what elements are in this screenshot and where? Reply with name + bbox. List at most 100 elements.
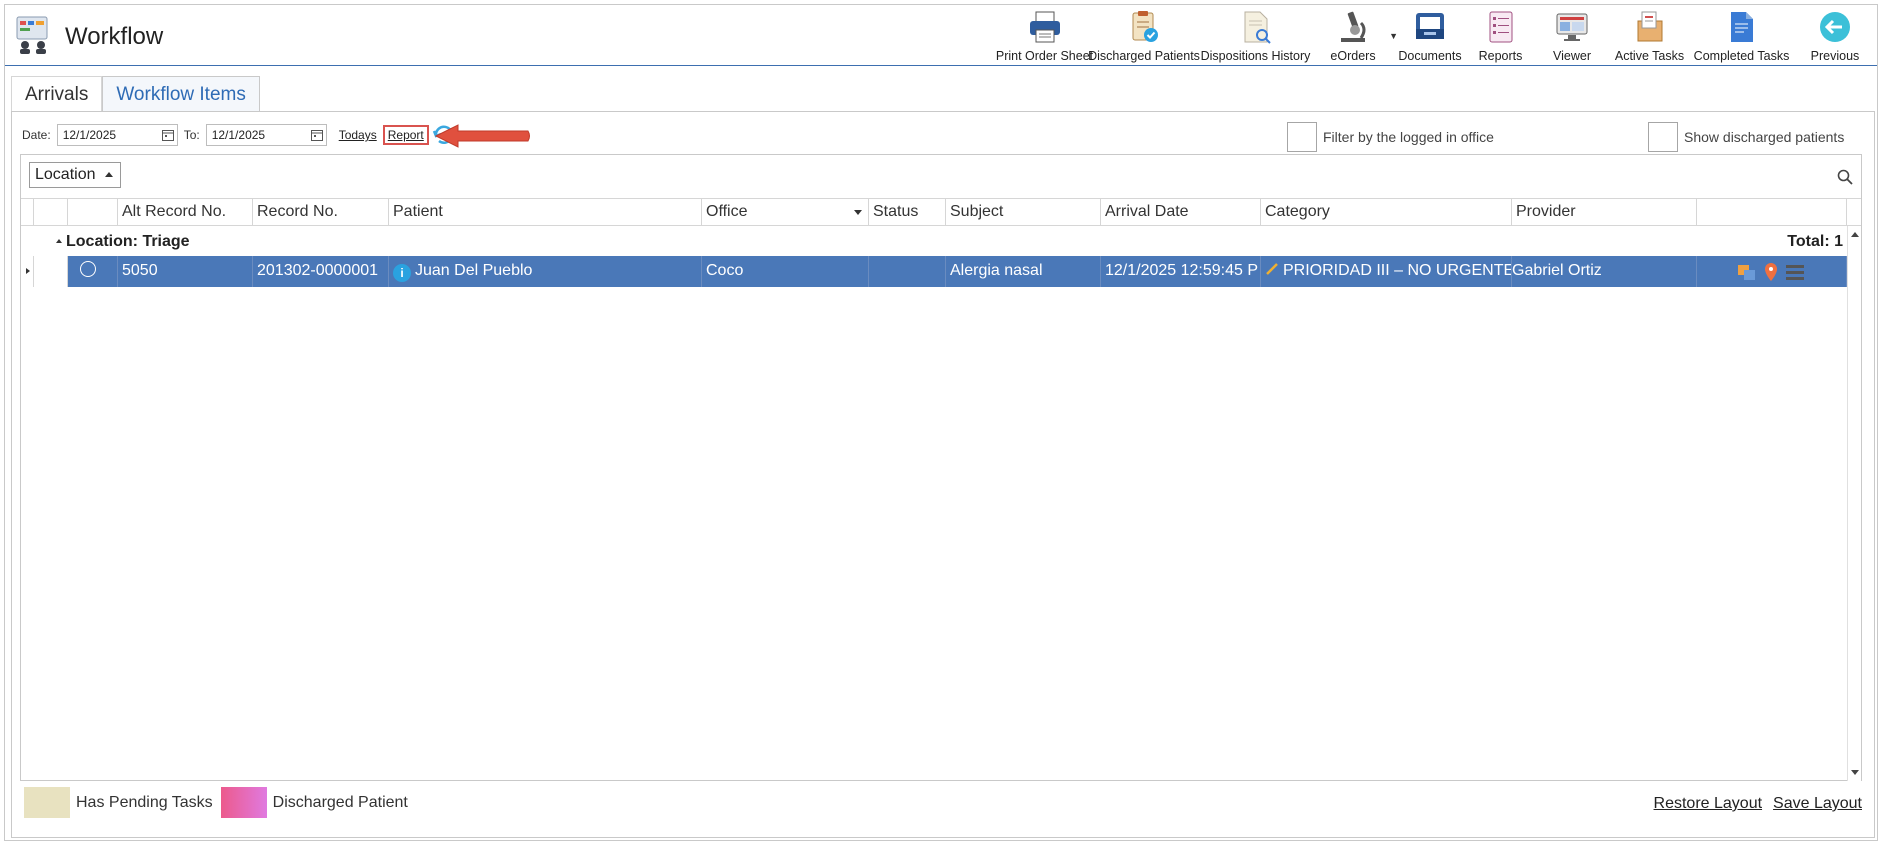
- todays-link[interactable]: Todays: [339, 128, 377, 142]
- viewer-button[interactable]: Viewer: [1535, 5, 1609, 65]
- documents-button[interactable]: Documents: [1394, 5, 1466, 65]
- row-select-radio[interactable]: [80, 261, 96, 277]
- workflow-grid: Location Alt Record No. Record No. Patie…: [20, 154, 1862, 781]
- column-header-office[interactable]: Office: [702, 199, 869, 226]
- row-indent: [34, 256, 68, 287]
- filter-dropdown-icon[interactable]: [854, 210, 862, 215]
- back-arrow-icon: [1820, 12, 1850, 42]
- column-header-alt-record[interactable]: Alt Record No.: [118, 199, 253, 226]
- cell-arrival-date: 12/1/2025 12:59:45 P: [1101, 256, 1261, 287]
- cell-category: PRIORIDAD III – NO URGENTE: [1261, 256, 1512, 287]
- previous-label: Previous: [1810, 49, 1860, 63]
- report-list-icon: [1489, 11, 1512, 43]
- pending-tasks-swatch: [24, 787, 70, 818]
- active-tasks-label: Active Tasks: [1614, 49, 1685, 63]
- column-header-category[interactable]: Category: [1261, 199, 1512, 226]
- completed-tasks-label: Completed Tasks: [1693, 49, 1790, 63]
- filter-office-checkbox-row: Filter by the logged in office: [1287, 122, 1494, 152]
- row-select-cell[interactable]: [68, 256, 118, 287]
- location-pin-icon[interactable]: [1763, 262, 1779, 282]
- search-icon[interactable]: [1837, 169, 1853, 185]
- printer-icon: [1029, 11, 1060, 43]
- workflow-logo-icon: [16, 16, 48, 54]
- column-header-status[interactable]: Status: [869, 199, 946, 226]
- cell-alt-record: 5050: [118, 256, 253, 287]
- previous-button[interactable]: Previous: [1793, 5, 1877, 65]
- calendar-icon[interactable]: [161, 129, 174, 141]
- show-discharged-label: Show discharged patients: [1684, 129, 1845, 145]
- header-select: [68, 199, 118, 226]
- pencil-icon: [1266, 263, 1278, 275]
- microscope-icon: [1341, 11, 1366, 42]
- column-header-record[interactable]: Record No.: [253, 199, 389, 226]
- header-indent: [34, 199, 68, 226]
- date-to-label: To:: [183, 128, 200, 142]
- save-layout-link[interactable]: Save Layout: [1773, 795, 1862, 813]
- app-title: Workflow: [65, 23, 164, 50]
- header-row-indicator: [21, 199, 34, 226]
- date-from-input[interactable]: 12/1/2025: [56, 124, 178, 146]
- report-link[interactable]: Report: [382, 125, 429, 145]
- print-order-sheet-button[interactable]: Print Order Sheet: [996, 5, 1093, 65]
- completed-tasks-button[interactable]: Completed Tasks: [1690, 5, 1793, 65]
- documents-label: Documents: [1398, 49, 1462, 63]
- column-header-subject[interactable]: Subject: [946, 199, 1101, 226]
- column-header-office-label: Office: [706, 203, 748, 220]
- group-by-label: Location: [35, 166, 96, 183]
- group-by-panel: Location: [21, 155, 1861, 199]
- scroll-up-icon[interactable]: [1851, 232, 1859, 237]
- clipboard-check-icon: [1132, 11, 1158, 42]
- group-label: Location: Triage: [56, 233, 190, 251]
- print-order-sheet-label: Print Order Sheet: [995, 49, 1094, 63]
- collapse-icon[interactable]: [56, 239, 62, 243]
- date-from-label: Date:: [22, 128, 51, 142]
- table-row[interactable]: 5050 201302-0000001 i Juan Del Pueblo Coc…: [21, 256, 1847, 287]
- main-toolbar: Print Order Sheet Discharged Patients Di…: [996, 5, 1877, 65]
- calendar-icon[interactable]: [310, 129, 323, 141]
- discharged-patient-swatch: [220, 787, 267, 818]
- reports-label: Reports: [1478, 49, 1523, 63]
- date-to-value: 12/1/2025: [211, 128, 266, 142]
- discharged-patients-button[interactable]: Discharged Patients: [1088, 5, 1200, 65]
- discharged-patients-label: Discharged Patients: [1088, 49, 1200, 63]
- menu-icon[interactable]: [1785, 262, 1805, 282]
- tab-arrivals[interactable]: Arrivals: [11, 76, 103, 112]
- cell-record: 201302-0000001: [253, 256, 389, 287]
- monitor-icon: [1556, 13, 1588, 41]
- filter-office-checkbox[interactable]: [1287, 122, 1317, 152]
- date-from-value: 12/1/2025: [62, 128, 117, 142]
- group-total: Total: 1: [1787, 233, 1843, 250]
- cell-subject: Alergia nasal: [946, 256, 1101, 287]
- tab-workflow-items[interactable]: Workflow Items: [102, 76, 260, 112]
- completed-doc-icon: [1730, 12, 1753, 42]
- cell-row-actions: [1697, 256, 1847, 287]
- eorders-button[interactable]: eOrders ▼: [1312, 5, 1398, 65]
- reports-button[interactable]: Reports: [1466, 5, 1535, 65]
- group-row-triage[interactable]: Location: Triage Total: 1: [21, 226, 1847, 256]
- vertical-scrollbar[interactable]: [1847, 226, 1861, 781]
- active-tasks-button[interactable]: Active Tasks: [1609, 5, 1690, 65]
- document-search-icon: [1244, 11, 1271, 44]
- column-header-patient[interactable]: Patient: [389, 199, 702, 226]
- scroll-down-icon[interactable]: [1851, 770, 1859, 775]
- app-header: Workflow Print Order Sheet Discharged Pa…: [5, 5, 1877, 66]
- show-discharged-checkbox[interactable]: [1648, 122, 1678, 152]
- group-by-location-chip[interactable]: Location: [29, 162, 121, 188]
- status-legend: Has Pending Tasks Discharged Patient: [24, 787, 408, 818]
- sort-asc-icon: [105, 172, 113, 177]
- inbox-tray-icon: [1416, 13, 1444, 39]
- pending-tasks-legend-label: Has Pending Tasks: [76, 793, 213, 811]
- cell-provider: Gabriel Ortiz: [1512, 256, 1697, 287]
- date-to-input[interactable]: 12/1/2025: [205, 124, 327, 146]
- cell-category-text: PRIORIDAD III – NO URGENTE: [1283, 262, 1512, 279]
- tab-bar: Arrivals Workflow Items: [11, 76, 260, 112]
- restore-layout-link[interactable]: Restore Layout: [1654, 795, 1763, 813]
- info-icon[interactable]: i: [393, 264, 411, 282]
- annotation-arrow-icon: [434, 124, 530, 148]
- column-header-actions: [1697, 199, 1847, 226]
- column-header-arrival-date[interactable]: Arrival Date: [1101, 199, 1261, 226]
- dispositions-history-button[interactable]: Dispositions History: [1199, 5, 1312, 65]
- transfer-icon[interactable]: [1737, 262, 1757, 282]
- column-header-provider[interactable]: Provider: [1512, 199, 1697, 226]
- dispositions-history-label: Dispositions History: [1200, 49, 1311, 63]
